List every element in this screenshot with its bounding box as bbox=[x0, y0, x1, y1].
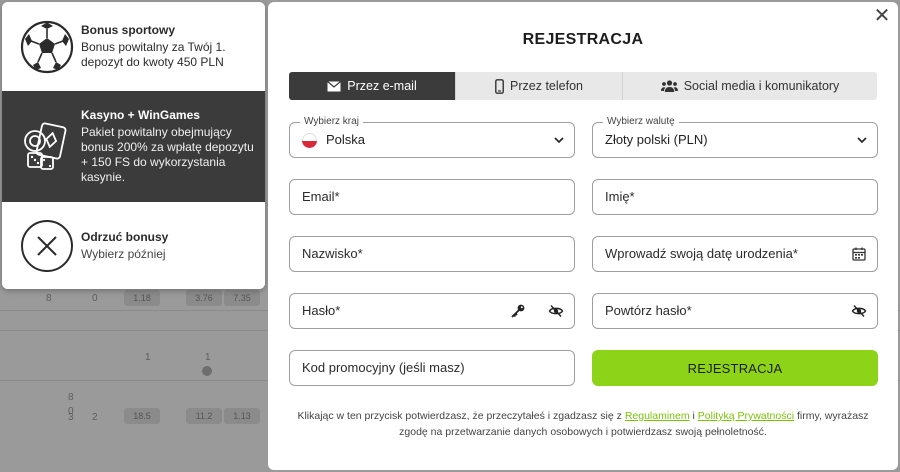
currency-select[interactable]: Wybierz walutę Złoty polski (PLN) bbox=[592, 116, 878, 158]
bonus-title: Kasyno + WinGames bbox=[81, 108, 200, 122]
terms-text-mid: i bbox=[689, 410, 698, 422]
bg-score: 0 bbox=[92, 293, 98, 304]
bonus-description: Wybierz później bbox=[81, 246, 166, 261]
chevron-down-icon bbox=[554, 137, 564, 144]
bg-odd: 18.5 bbox=[124, 408, 160, 424]
bg-score: 8 bbox=[46, 293, 52, 304]
last-name-field[interactable]: Nazwisko* bbox=[289, 236, 575, 272]
terms-text: Klikając w ten przycisk potwierdzasz, że… bbox=[289, 408, 877, 440]
users-icon bbox=[660, 80, 678, 92]
tab-email[interactable]: Przez e-mail bbox=[289, 72, 456, 100]
bonus-option-decline[interactable]: Odrzuć bonusy Wybierz później bbox=[2, 202, 265, 289]
bg-score: 2 bbox=[92, 412, 98, 423]
password-placeholder: Hasło* bbox=[302, 303, 341, 318]
eye-slash-icon[interactable] bbox=[548, 303, 564, 319]
privacy-policy-link[interactable]: Polityką Prywatności bbox=[698, 410, 794, 422]
bg-odd: 1.13 bbox=[224, 408, 260, 424]
terms-text-before: Klikając w ten przycisk potwierdzasz, że… bbox=[297, 410, 625, 422]
bonus-option-casino[interactable]: Kasyno + WinGames Pakiet powitalny obejm… bbox=[2, 91, 265, 202]
casino-chips-icon bbox=[24, 122, 67, 170]
bg-score: 8 bbox=[68, 392, 74, 403]
password-repeat-placeholder: Powtórz hasło* bbox=[605, 303, 692, 318]
country-select[interactable]: Wybierz kraj Polska bbox=[289, 116, 575, 158]
poland-flag-icon bbox=[302, 133, 317, 148]
email-placeholder: Email* bbox=[302, 189, 340, 204]
bonus-description: Pakiet powitalny obejmujący bonus 200% z… bbox=[81, 125, 254, 184]
password-repeat-field[interactable]: Powtórz hasło* bbox=[592, 293, 878, 329]
chevron-down-icon bbox=[857, 137, 867, 144]
bg-odd: 11.2 bbox=[186, 408, 222, 424]
bg-score: 1 bbox=[145, 352, 151, 363]
tab-social-media[interactable]: Social media i komunikatory bbox=[623, 72, 877, 100]
decline-x-icon bbox=[21, 219, 73, 272]
register-button[interactable]: REJESTRACJA bbox=[592, 350, 878, 386]
envelope-icon bbox=[327, 80, 342, 91]
country-value: Polska bbox=[326, 132, 366, 147]
bonus-selection-panel: Bonus sportowy Bonus powitalny za Twój 1… bbox=[2, 2, 265, 289]
currency-value: Złoty polski (PLN) bbox=[605, 132, 708, 147]
soccer-ball-icon bbox=[20, 20, 74, 73]
calendar-icon[interactable] bbox=[851, 246, 867, 262]
close-icon[interactable]: ✕ bbox=[872, 6, 892, 26]
modal-title: REJESTRACJA bbox=[522, 31, 644, 48]
promo-code-placeholder: Kod promocyjny (jeśli masz) bbox=[302, 360, 465, 375]
tab-label: Przez e-mail bbox=[347, 79, 417, 93]
eye-slash-icon[interactable] bbox=[851, 303, 867, 319]
bg-score: 3 bbox=[68, 412, 74, 423]
email-field[interactable]: Email* bbox=[289, 179, 575, 215]
terms-link[interactable]: Regulaminem bbox=[625, 410, 690, 422]
birth-date-placeholder: Wprowadź swoją datę urodzenia* bbox=[605, 246, 798, 261]
bg-odd: 7.35 bbox=[224, 290, 260, 306]
bg-odd: 3.76 bbox=[186, 290, 222, 306]
last-name-placeholder: Nazwisko* bbox=[302, 246, 363, 261]
bonus-title: Bonus sportowy bbox=[81, 23, 176, 37]
promo-code-field[interactable]: Kod promocyjny (jeśli masz) bbox=[289, 350, 575, 386]
bg-odd: 1.18 bbox=[124, 290, 160, 306]
bonus-title: Odrzuć bonusy bbox=[81, 229, 169, 244]
password-field[interactable]: Hasło* bbox=[289, 293, 575, 329]
bg-indicator-icon bbox=[202, 366, 212, 376]
tab-phone[interactable]: Przez telefon bbox=[456, 72, 623, 100]
tab-label: Social media i komunikatory bbox=[683, 79, 840, 93]
registration-method-tabs: Przez e-mail Przez telefon Social media … bbox=[289, 72, 877, 100]
birth-date-field[interactable]: Wprowadź swoją datę urodzenia* bbox=[592, 236, 878, 272]
key-icon[interactable] bbox=[510, 303, 526, 319]
bonus-description: Bonus powitalny za Twój 1. depozyt do kw… bbox=[81, 40, 226, 69]
phone-icon bbox=[495, 78, 504, 94]
tab-label: Przez telefon bbox=[510, 79, 583, 93]
first-name-placeholder: Imię* bbox=[605, 189, 635, 204]
bonus-option-sport[interactable]: Bonus sportowy Bonus powitalny za Twój 1… bbox=[2, 2, 265, 91]
registration-modal: ✕ REJESTRACJA Przez e-mail Przez telefon… bbox=[268, 2, 898, 470]
bg-score: 1 bbox=[205, 352, 211, 363]
first-name-field[interactable]: Imię* bbox=[592, 179, 878, 215]
